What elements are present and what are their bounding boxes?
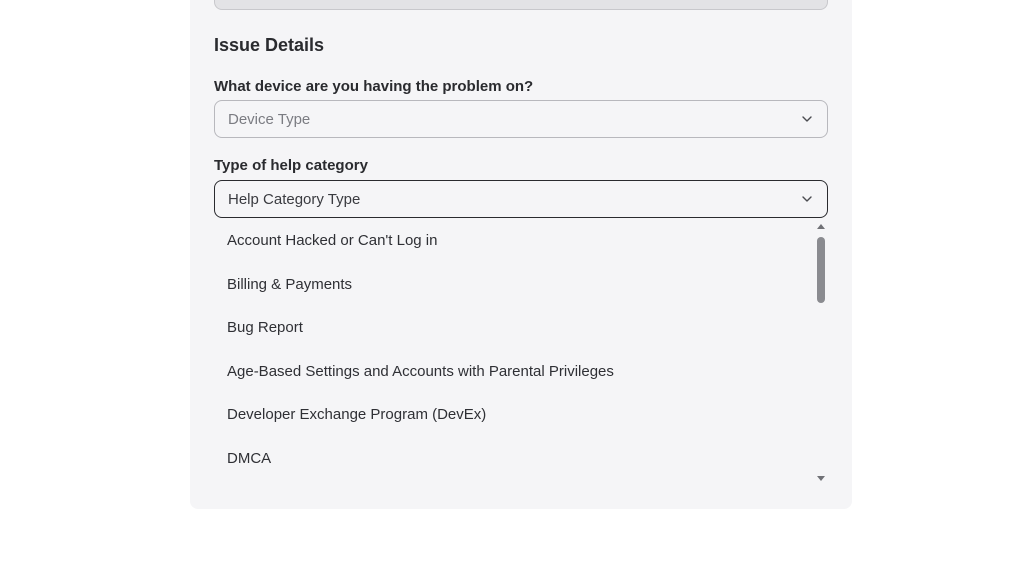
category-option[interactable]: Account Hacked or Can't Log in — [214, 219, 810, 262]
dropdown-scrollbar[interactable] — [814, 219, 828, 489]
section-title: Issue Details — [214, 35, 325, 55]
device-type-select[interactable]: Device Type — [214, 100, 828, 138]
chevron-down-icon — [802, 116, 812, 122]
help-category-placeholder: Help Category Type — [228, 190, 361, 208]
category-option[interactable]: Bug Report — [214, 306, 810, 349]
scroll-up-arrow-icon[interactable] — [817, 223, 825, 229]
scrollbar-thumb[interactable] — [817, 237, 825, 303]
device-field-label: What device are you having the problem o… — [214, 78, 534, 95]
category-option[interactable]: Billing & Payments — [214, 263, 810, 306]
category-option[interactable]: DMCA — [214, 437, 810, 480]
scroll-down-arrow-icon[interactable] — [817, 476, 825, 482]
category-field-label: Type of help category — [214, 157, 368, 174]
help-category-dropdown-list: Account Hacked or Can't Log in Billing &… — [214, 219, 828, 489]
category-option[interactable]: Age-Based Settings and Accounts with Par… — [214, 350, 810, 393]
previous-field[interactable] — [214, 0, 828, 10]
device-type-placeholder: Device Type — [228, 110, 311, 128]
category-option[interactable]: Developer Exchange Program (DevEx) — [214, 393, 810, 436]
chevron-down-icon — [802, 196, 812, 202]
issue-form-panel: Issue Details What device are you having… — [190, 0, 852, 509]
help-category-select[interactable]: Help Category Type — [214, 180, 828, 218]
